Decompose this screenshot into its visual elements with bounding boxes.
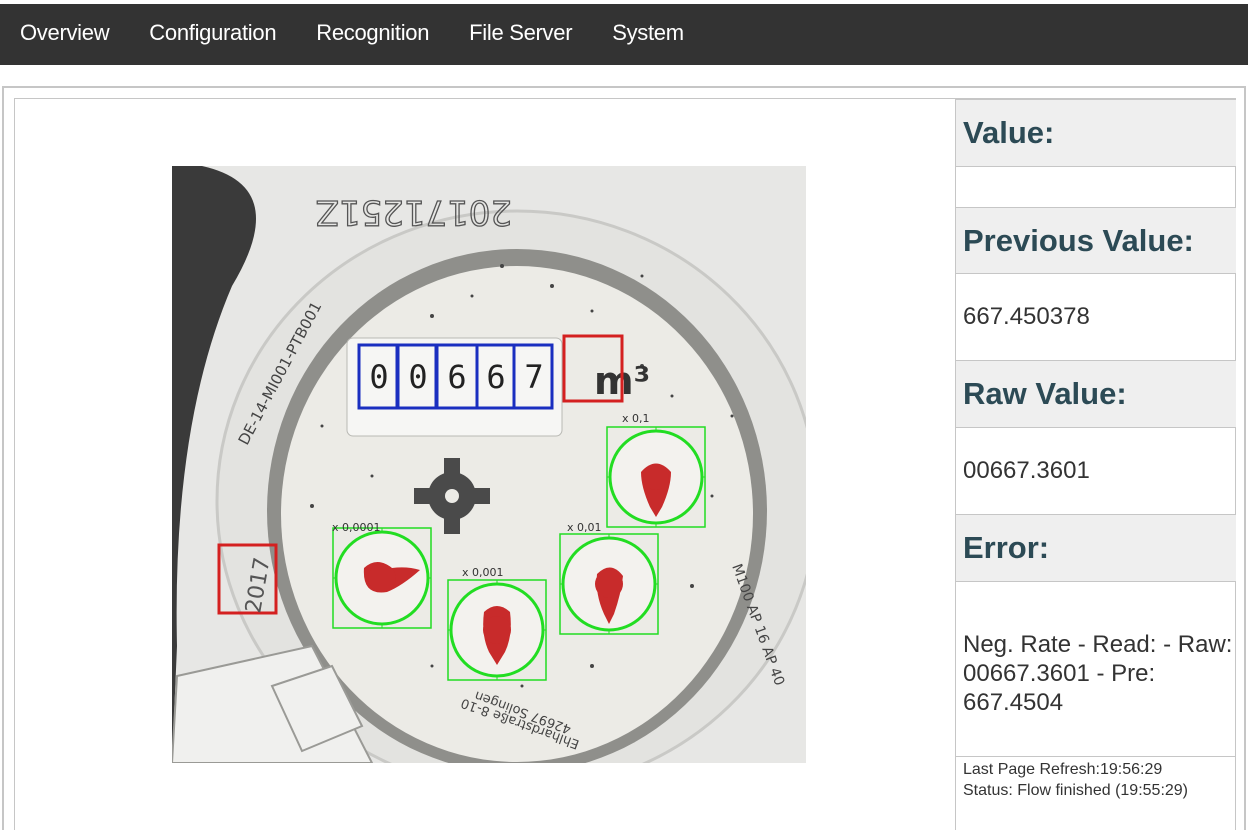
serial-number: 20171251Z (316, 192, 512, 232)
value-field (956, 167, 1236, 207)
nav-configuration[interactable]: Configuration (129, 4, 296, 65)
nav-system[interactable]: System (592, 4, 704, 65)
nav-bar: Overview Configuration Recognition File … (0, 4, 1248, 65)
status-area: Last Page Refresh:19:56:29 Status: Flow … (956, 759, 1236, 801)
dial-label-2: x 0,01 (567, 521, 602, 534)
error-field: Neg. Rate - Read: - Raw: 00667.3601 - Pr… (963, 630, 1233, 716)
nav-recognition[interactable]: Recognition (296, 4, 449, 65)
digit-2: 0 (408, 358, 427, 396)
dial-label-3: x 0,001 (462, 566, 504, 579)
error-header: Error: (956, 514, 1236, 582)
last-refresh-text: Last Page Refresh:19:56:29 (963, 761, 1163, 778)
raw-value-header: Raw Value: (956, 360, 1236, 428)
previous-value-header: Previous Value: (956, 207, 1236, 274)
dial-label-4: x 0,0001 (332, 521, 381, 534)
top-navigation: Overview Configuration Recognition File … (0, 0, 1248, 66)
meter-image: 0 0 6 6 7 m³ 2017 20171251Z DE-14-MI001-… (172, 166, 806, 763)
nav-file-server[interactable]: File Server (449, 4, 592, 65)
dial-label-1: x 0,1 (622, 412, 650, 425)
value-header: Value: (956, 99, 1236, 167)
digit-4: 6 (486, 358, 505, 396)
status-separator (956, 756, 1236, 757)
digit-3: 6 (447, 358, 466, 396)
digit-5: 7 (524, 358, 543, 396)
values-panel: Value: Previous Value: 667.450378 Raw Va… (955, 99, 1236, 830)
previous-value-field: 667.450378 (963, 303, 1090, 330)
status-text: Status: Flow finished (19:55:29) (963, 782, 1189, 799)
nav-overview[interactable]: Overview (0, 4, 129, 65)
digit-1: 0 (369, 358, 388, 396)
raw-value-field: 00667.3601 (963, 457, 1090, 484)
